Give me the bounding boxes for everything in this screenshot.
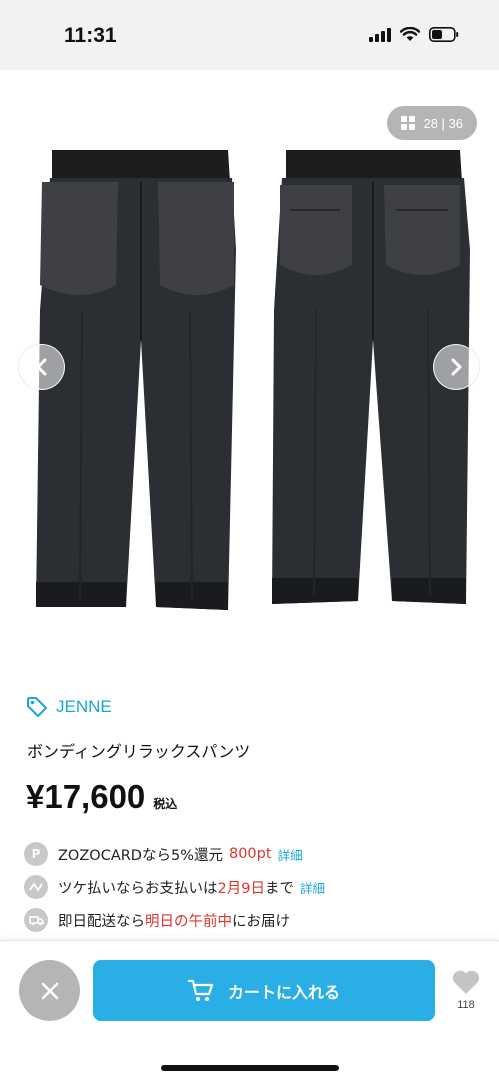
close-button[interactable]: [19, 960, 80, 1021]
delivery-truck-icon: [24, 908, 48, 932]
wifi-icon: [400, 27, 420, 41]
cart-icon: [187, 979, 214, 1001]
product-price: ¥17,600: [26, 778, 146, 815]
zozocard-info: P ZOZOCARDなら5%還元 800pt 詳細: [24, 842, 303, 866]
delivery-info: 即日配送なら 明日の午前中 にお届け: [24, 908, 290, 932]
product-image-gallery[interactable]: 28 | 36: [0, 70, 499, 660]
tsuke-date: 2月9日: [217, 880, 265, 897]
image-counter-text: 28 | 36: [423, 115, 463, 131]
price-row: ¥17,600 税込: [26, 778, 177, 816]
battery-icon: [429, 27, 459, 42]
brand-link[interactable]: JENNE: [26, 696, 112, 718]
points-icon: P: [24, 842, 48, 866]
chevron-left-icon: [36, 358, 47, 376]
tag-icon: [27, 697, 47, 717]
grid-icon: [401, 116, 416, 130]
add-to-cart-label: カートに入れる: [227, 982, 340, 1002]
status-bar: 11:31: [0, 0, 499, 70]
delivery-highlight: 明日の午前中: [145, 913, 232, 930]
tsuke-detail-link[interactable]: 詳細: [300, 878, 325, 897]
favorite-count: 118: [457, 999, 475, 1011]
zozocard-detail-link[interactable]: 詳細: [278, 845, 303, 864]
tax-label: 税込: [153, 797, 178, 811]
chevron-right-icon: [451, 358, 462, 376]
heart-icon: [452, 970, 480, 994]
delivery-text-b: にお届け: [232, 913, 290, 930]
product-image: [36, 150, 470, 610]
status-time: 11:31: [64, 24, 117, 47]
product-title: ボンディングリラックスパンツ: [27, 742, 251, 761]
tsuke-info: ツケ払いならお支払いは 2月9日 まで 詳細: [24, 875, 325, 899]
next-image-button[interactable]: [433, 344, 479, 390]
points-value: 800pt: [228, 846, 272, 862]
add-to-cart-button[interactable]: カートに入れる: [93, 960, 435, 1021]
tsuke-text-b: まで: [264, 880, 294, 897]
bottom-action-bar: カートに入れる 118: [0, 940, 499, 1080]
status-icons: [369, 27, 459, 42]
close-icon: [41, 982, 58, 999]
image-counter[interactable]: 28 | 36: [387, 106, 477, 140]
brand-name: JENNE: [56, 697, 112, 716]
previous-image-button[interactable]: [19, 344, 65, 390]
favorite-button[interactable]: 118: [446, 969, 486, 1011]
zozocard-text: ZOZOCARDなら5%還元: [58, 847, 223, 864]
tsuke-text-a: ツケ払いならお支払いは: [58, 880, 218, 897]
delivery-text-a: 即日配送なら: [58, 913, 145, 930]
signal-icon: [369, 27, 391, 42]
home-indicator: [161, 1065, 339, 1071]
deferred-payment-icon: [24, 875, 48, 899]
